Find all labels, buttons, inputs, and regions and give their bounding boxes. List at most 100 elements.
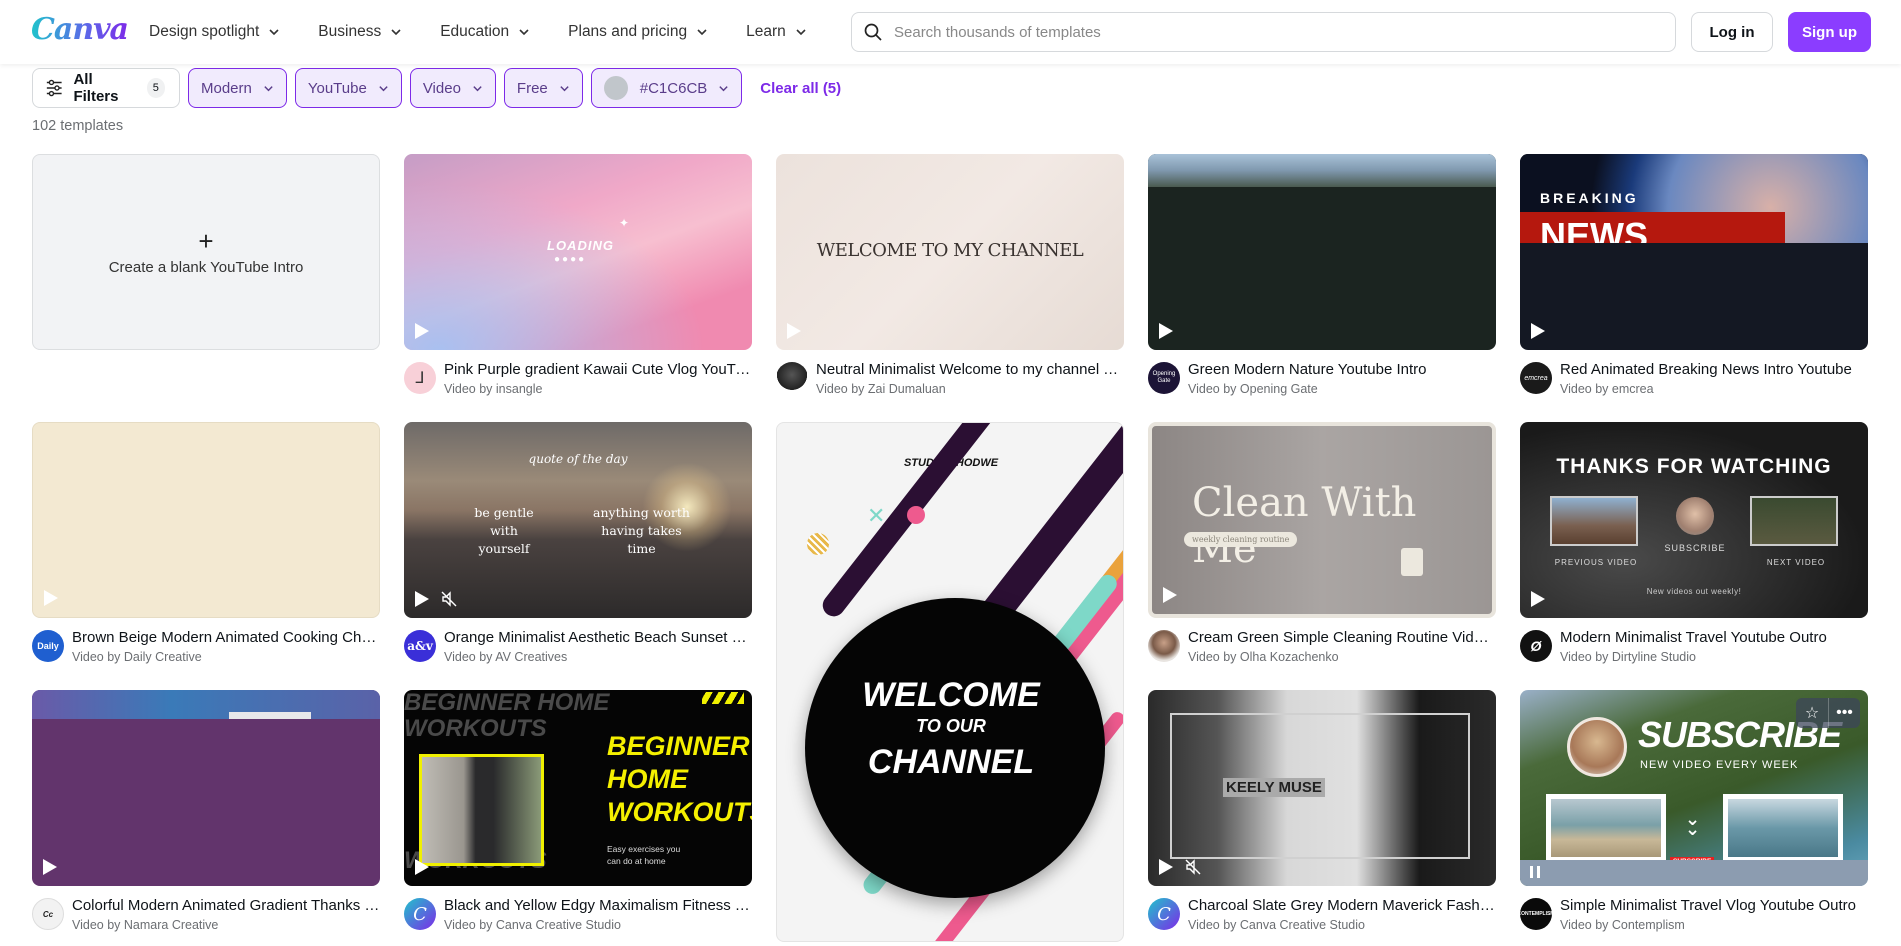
author-avatar: C: [404, 898, 436, 930]
signup-button[interactable]: Sign up: [1788, 12, 1871, 52]
template-thumbnail[interactable]: LOADING ✦ ●●●●: [404, 154, 752, 350]
plus-icon: +: [198, 225, 214, 256]
filter-chip-style[interactable]: Modern: [188, 68, 287, 108]
template-author[interactable]: Video by emcrea: [1560, 382, 1868, 396]
chevron-down-icon: [379, 85, 388, 91]
template-author[interactable]: Video by Daily Creative: [72, 650, 380, 664]
template-thumbnail[interactable]: Clean With Me weekly cleaning routine: [1148, 422, 1496, 618]
play-icon[interactable]: [1530, 590, 1546, 608]
template-author[interactable]: Video by Opening Gate: [1188, 382, 1496, 396]
canva-logo[interactable]: Canva: [31, 12, 129, 47]
nav-education[interactable]: Education: [440, 23, 530, 41]
thumb-text: NEWS: [1540, 216, 1648, 243]
template-card-tall[interactable]: STUDIO SHODWE ✕ WELCOME TO OUR CHANNEL: [776, 422, 1124, 942]
create-blank-button[interactable]: + Create a blank YouTube Intro: [32, 154, 380, 350]
filter-chip-color[interactable]: #C1C6CB: [590, 68, 743, 108]
template-title[interactable]: Green Modern Nature Youtube Intro: [1188, 360, 1496, 379]
play-icon[interactable]: [43, 589, 59, 607]
template-card[interactable]: SUBSCRIBE NEW VIDEO EVERY WEEK ⌄⌄ SUBSCR…: [1520, 690, 1868, 932]
author-avatar: C: [1148, 898, 1180, 930]
template-author[interactable]: Video by Namara Creative: [72, 918, 380, 932]
more-options-icon[interactable]: •••: [1828, 698, 1860, 728]
play-icon[interactable]: [1158, 322, 1174, 340]
template-author[interactable]: Video by Contemplism: [1560, 918, 1868, 932]
template-author[interactable]: Video by Olha Kozachenko: [1188, 650, 1496, 664]
template-thumbnail[interactable]: THANKS FOR WATCHING PREVIOUS VIDEO SUBSC…: [1520, 422, 1868, 618]
template-author[interactable]: Video by AV Creatives: [444, 650, 752, 664]
template-author[interactable]: Video by Zai Dumaluan: [816, 382, 1124, 396]
play-icon[interactable]: [414, 590, 430, 608]
template-thumbnail[interactable]: STUDIO SHODWE ✕ WELCOME TO OUR CHANNEL: [776, 422, 1124, 942]
template-title[interactable]: Neutral Minimalist Welcome to my channel…: [816, 360, 1124, 379]
filter-bar: All Filters 5 Modern YouTube Video Free …: [32, 68, 841, 108]
template-card[interactable]: WELCOME TO MY CHANNEL Neutral Minimalist…: [776, 154, 1124, 396]
thumb-text: THANKS FOR WATCHING: [1556, 455, 1832, 478]
filter-chip-category[interactable]: YouTube: [294, 68, 402, 108]
play-icon[interactable]: [1530, 322, 1546, 340]
template-author[interactable]: Video by insangle: [444, 382, 752, 396]
play-icon[interactable]: [42, 858, 58, 876]
nav-business[interactable]: Business: [318, 23, 402, 41]
chevron-down-icon: [560, 85, 569, 91]
template-title[interactable]: Brown Beige Modern Animated Cooking Chan…: [72, 628, 380, 647]
template-title[interactable]: Modern Minimalist Travel Youtube Outro: [1560, 628, 1868, 647]
template-thumbnail[interactable]: SUBSCRIBE NEW VIDEO EVERY WEEK ⌄⌄ SUBSCR…: [1520, 690, 1868, 886]
template-title[interactable]: Black and Yellow Edgy Maximalism Fitness…: [444, 896, 752, 915]
play-icon[interactable]: [1158, 858, 1174, 876]
template-card[interactable]: Cc Colorful Modern Animated Gradient Tha…: [32, 690, 380, 932]
filter-chip-format[interactable]: Video: [409, 68, 496, 108]
star-favorite-icon[interactable]: ☆: [1796, 698, 1828, 728]
template-author[interactable]: Video by Canva Creative Studio: [1188, 918, 1496, 932]
template-card[interactable]: BREAKING NEWS emcrea Red Animated Breaki…: [1520, 154, 1868, 396]
thumb-text: CHANNEL: [867, 743, 1035, 781]
template-thumbnail[interactable]: [32, 422, 380, 618]
template-thumbnail[interactable]: BREAKING NEWS: [1520, 154, 1868, 350]
template-title[interactable]: Cream Green Simple Cleaning Routine Vide…: [1188, 628, 1496, 647]
pause-icon[interactable]: [1530, 866, 1540, 878]
template-card[interactable]: Opening Gate Green Modern Nature Youtube…: [1148, 154, 1496, 396]
nav-plans-pricing[interactable]: Plans and pricing: [568, 23, 708, 41]
nav-learn[interactable]: Learn: [746, 23, 807, 41]
filter-count-badge: 5: [146, 78, 165, 98]
thumb-text: weekly cleaning routine: [1184, 532, 1298, 547]
template-title[interactable]: Pink Purple gradient Kawaii Cute Vlog Yo…: [444, 360, 752, 379]
template-card[interactable]: Clean With Me weekly cleaning routine Cr…: [1148, 422, 1496, 664]
filter-chip-price[interactable]: Free: [503, 68, 583, 108]
play-icon[interactable]: [414, 858, 430, 876]
template-thumbnail[interactable]: [32, 690, 380, 886]
results-count: 102 templates: [32, 118, 124, 134]
template-card[interactable]: BEGINNER HOMEWORKOUTS WORKOUTS BEGINNER …: [404, 690, 752, 932]
all-filters-label: All Filters: [73, 71, 119, 105]
nav-design-spotlight[interactable]: Design spotlight: [149, 23, 280, 41]
blank-template-card[interactable]: + Create a blank YouTube Intro: [32, 154, 380, 350]
template-meta: Opening Gate Green Modern Nature Youtube…: [1148, 360, 1496, 396]
play-icon[interactable]: [1162, 586, 1178, 604]
thumb-text: New videos out weekly!: [1646, 587, 1742, 596]
login-button[interactable]: Log in: [1691, 12, 1773, 52]
template-card[interactable]: LOADING ✦ ●●●● ⅃ Pink Purple gradient Ka…: [404, 154, 752, 396]
template-thumbnail[interactable]: quote of the day be gentle with yourself…: [404, 422, 752, 618]
template-card[interactable]: THANKS FOR WATCHING PREVIOUS VIDEO SUBSC…: [1520, 422, 1868, 664]
template-thumbnail[interactable]: WELCOME TO MY CHANNEL: [776, 154, 1124, 350]
template-title[interactable]: Charcoal Slate Grey Modern Maverick Fash…: [1188, 896, 1496, 915]
template-thumbnail[interactable]: KEELY MUSE: [1148, 690, 1496, 886]
template-card[interactable]: Daily Brown Beige Modern Animated Cookin…: [32, 422, 380, 664]
template-meta: a&v Orange Minimalist Aesthetic Beach Su…: [404, 628, 752, 664]
all-filters-button[interactable]: All Filters 5: [32, 68, 180, 108]
search-input[interactable]: [894, 23, 1654, 41]
play-icon[interactable]: [414, 322, 430, 340]
play-icon[interactable]: [786, 322, 802, 340]
template-card[interactable]: quote of the day be gentle with yourself…: [404, 422, 752, 664]
template-author[interactable]: Video by Canva Creative Studio: [444, 918, 752, 932]
template-title[interactable]: Red Animated Breaking News Intro Youtube: [1560, 360, 1868, 379]
template-title[interactable]: Colorful Modern Animated Gradient Thanks…: [72, 896, 380, 915]
template-card[interactable]: KEELY MUSE C Charcoal Slate Grey Modern …: [1148, 690, 1496, 932]
template-thumbnail[interactable]: BEGINNER HOMEWORKOUTS WORKOUTS BEGINNER …: [404, 690, 752, 886]
muted-speaker-icon[interactable]: [1184, 858, 1202, 876]
muted-speaker-icon[interactable]: [440, 590, 458, 608]
template-title[interactable]: Orange Minimalist Aesthetic Beach Sunset…: [444, 628, 752, 647]
clear-all-filters-link[interactable]: Clear all (5): [760, 80, 841, 97]
template-author[interactable]: Video by Dirtyline Studio: [1560, 650, 1868, 664]
template-thumbnail[interactable]: [1148, 154, 1496, 350]
template-title[interactable]: Simple Minimalist Travel Vlog Youtube Ou…: [1560, 896, 1868, 915]
